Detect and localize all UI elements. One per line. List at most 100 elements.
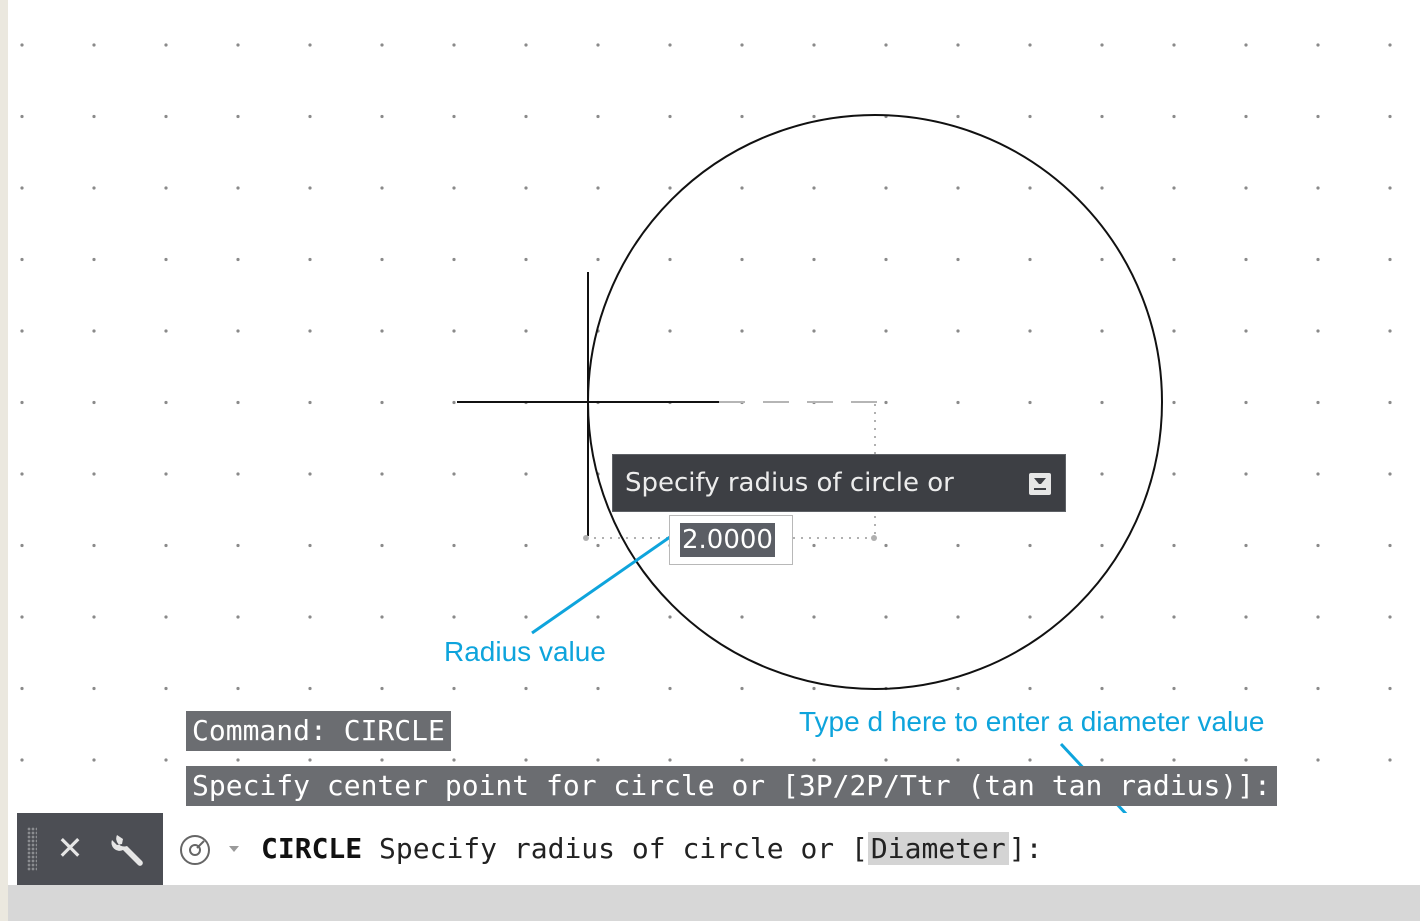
- grid-dot: [236, 114, 240, 119]
- grid-dot: [164, 758, 168, 762]
- grid-dot: [380, 186, 384, 190]
- wrench-icon[interactable]: [109, 829, 149, 869]
- grid-dot: [164, 257, 168, 262]
- grid-dot: [740, 329, 744, 333]
- grid-dot: [1028, 615, 1032, 619]
- grid-dot: [20, 400, 24, 405]
- grid-dot: [1244, 186, 1248, 190]
- grid-dot: [740, 114, 744, 119]
- dimension-end-left: [583, 535, 589, 541]
- grid-dot: [668, 186, 672, 190]
- grid-dot: [380, 686, 384, 691]
- grid-dot: [884, 186, 888, 190]
- drawing-canvas[interactable]: Specify radius of circle or 2.0000 Radiu…: [8, 0, 1420, 921]
- grid-dot: [1028, 543, 1032, 548]
- grid-dot: [1316, 257, 1320, 262]
- grid-dot: [884, 758, 888, 762]
- grid-dot: [1316, 758, 1320, 762]
- grid-dot: [812, 615, 816, 619]
- grid-dot: [740, 615, 744, 619]
- dropdown-arrow-icon[interactable]: [229, 846, 239, 852]
- grid-dot: [1316, 543, 1320, 548]
- grid-dot: [452, 400, 456, 405]
- dynamic-input-tooltip: Specify radius of circle or: [612, 454, 1066, 512]
- grid-dot: [92, 543, 96, 548]
- radius-input-box[interactable]: 2.0000: [669, 515, 793, 565]
- grid-dot: [956, 186, 960, 190]
- grid-dot: [596, 257, 600, 262]
- grid-dot: [884, 43, 888, 47]
- grid-dot: [812, 686, 816, 691]
- grid-dot: [380, 615, 384, 619]
- grid-dot: [20, 615, 24, 619]
- grid-dot: [236, 329, 240, 333]
- grid-dot: [236, 186, 240, 190]
- grid-dot: [884, 400, 888, 405]
- grid-dot: [1172, 686, 1176, 691]
- grid-dot: [164, 329, 168, 333]
- grid-dot: [1100, 43, 1104, 47]
- grid-dot: [524, 186, 528, 190]
- grid-dot: [452, 186, 456, 190]
- grid-dot: [1388, 114, 1392, 119]
- grid-dot: [1028, 257, 1032, 262]
- grid-dot: [1388, 400, 1392, 405]
- grid-dot: [956, 543, 960, 548]
- grid-dot: [380, 43, 384, 47]
- grid-dot: [380, 329, 384, 333]
- grid-dot: [524, 758, 528, 762]
- grid-dot: [524, 257, 528, 262]
- dropdown-icon[interactable]: [1029, 473, 1051, 495]
- grid-dot: [236, 543, 240, 548]
- radius-annotation: Radius value: [444, 636, 606, 667]
- grid-dot: [1316, 329, 1320, 333]
- grid-dot: [956, 686, 960, 691]
- grid-dot: [1100, 186, 1104, 190]
- grid-dot: [1388, 686, 1392, 691]
- grid-dot: [236, 686, 240, 691]
- command-input[interactable]: CIRCLE Specify radius of circle or [Diam…: [163, 813, 1412, 885]
- status-strip: [8, 885, 1420, 921]
- grid-dot: [452, 615, 456, 619]
- grid-dot: [1028, 43, 1032, 47]
- grid-dot: [20, 686, 24, 691]
- option-diameter[interactable]: Diameter: [867, 832, 1009, 865]
- grid-dot: [812, 186, 816, 190]
- grid-dot: [1028, 400, 1032, 405]
- grid-dot: [812, 43, 816, 47]
- grid-dot: [1028, 686, 1032, 691]
- drag-grip-icon[interactable]: [27, 827, 37, 871]
- grid-dot: [1100, 329, 1104, 333]
- command-prompt-icon[interactable]: [177, 833, 213, 867]
- grid-dot: [956, 329, 960, 333]
- grid-dot: [1316, 186, 1320, 190]
- grid-dot: [668, 114, 672, 119]
- grid-dot: [1388, 43, 1392, 47]
- grid-dot: [668, 257, 672, 262]
- grid-dot: [1388, 257, 1392, 262]
- grid-dot: [308, 186, 312, 190]
- grid-dot: [164, 186, 168, 190]
- grid-dot: [308, 43, 312, 47]
- grid-dot: [1388, 186, 1392, 190]
- grid-dot: [884, 329, 888, 333]
- close-icon[interactable]: ✕: [55, 826, 85, 870]
- grid-dot: [20, 257, 24, 262]
- grid-dot: [236, 615, 240, 619]
- grid-dot: [524, 43, 528, 47]
- grid-dot: [740, 758, 744, 762]
- command-line-bar: ✕ CIRCLE Specify radius of circle or [Di…: [17, 813, 1412, 885]
- radius-input-value[interactable]: 2.0000: [680, 523, 775, 557]
- grid-dot: [20, 43, 24, 47]
- grid-dot: [1244, 257, 1248, 262]
- grid-dot: [452, 329, 456, 333]
- grid-dot: [380, 472, 384, 476]
- grid-dot: [452, 257, 456, 262]
- grid-dot: [308, 758, 312, 762]
- grid-dot: [1244, 329, 1248, 333]
- grid-dot: [1244, 400, 1248, 405]
- grid-dot: [92, 615, 96, 619]
- grid-dot: [164, 43, 168, 47]
- grid-dot: [380, 114, 384, 119]
- grid-dot: [812, 114, 816, 119]
